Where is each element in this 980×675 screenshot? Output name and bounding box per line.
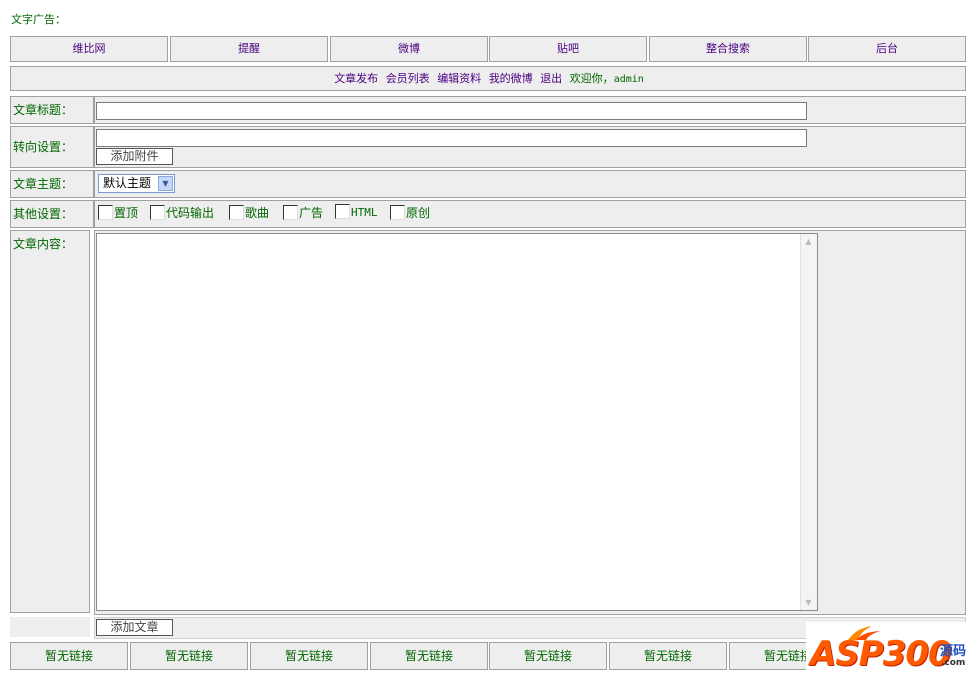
nav-item-weibo[interactable]: 微博: [330, 36, 488, 62]
option-ad-label: 广告: [299, 206, 324, 220]
ad-checkbox[interactable]: [283, 205, 298, 220]
option-html-label: HTML: [351, 206, 378, 219]
link-edit-profile[interactable]: 编辑资料: [437, 72, 481, 85]
link-publish-article[interactable]: 文章发布: [334, 72, 378, 85]
link-logout[interactable]: 退出: [540, 72, 562, 85]
content-textarea[interactable]: ▲ ▼: [96, 233, 818, 611]
option-song-label: 歌曲: [245, 206, 270, 220]
other-settings-row: 置顶 代码输出 歌曲 广告 HTML 原创: [94, 200, 966, 228]
link-my-weibo[interactable]: 我的微博: [489, 72, 533, 85]
original-checkbox[interactable]: [390, 205, 405, 220]
option-pin: 置顶: [98, 204, 138, 222]
option-song: 歌曲: [229, 204, 269, 222]
redirect-label: 转向设置：: [10, 126, 94, 168]
option-ad: 广告: [283, 204, 323, 222]
pin-checkbox[interactable]: [98, 205, 113, 220]
welcome-text: 欢迎你，: [569, 72, 614, 85]
topic-label: 文章主题：: [10, 170, 94, 198]
footer-link[interactable]: 暂无链接: [130, 642, 248, 670]
add-attachment-button[interactable]: 添加附件: [96, 148, 173, 165]
scroll-up-icon[interactable]: ▲: [802, 235, 815, 248]
title-input[interactable]: [96, 102, 807, 120]
asp300-watermark-logo: ASP300 源码 .com: [806, 622, 976, 674]
content-row: ▲ ▼: [94, 230, 966, 615]
html-checkbox[interactable]: [335, 204, 350, 219]
footer-link[interactable]: 暂无链接: [609, 642, 727, 670]
topic-select[interactable]: 默认主题 ▼: [98, 174, 175, 193]
title-label: 文章标题：: [10, 96, 94, 124]
username: admin: [613, 74, 644, 85]
nav-item-weibi[interactable]: 维比网: [10, 36, 168, 62]
nav-item-admin[interactable]: 后台: [808, 36, 966, 62]
topic-select-value: 默认主题: [103, 176, 152, 190]
footer-link[interactable]: 暂无链接: [370, 642, 488, 670]
footer-link[interactable]: 暂无链接: [10, 642, 128, 670]
option-original-label: 原创: [406, 206, 431, 220]
topic-row: 默认主题 ▼: [94, 170, 966, 198]
nav-item-tieba[interactable]: 贴吧: [489, 36, 647, 62]
footer-link[interactable]: 暂无链接: [489, 642, 607, 670]
top-nav: 维比网 提醒 微博 贴吧 整合搜索 后台: [10, 36, 966, 62]
code-output-checkbox[interactable]: [150, 205, 165, 220]
scroll-down-icon[interactable]: ▼: [802, 596, 815, 609]
redirect-row: 添加附件: [94, 126, 966, 168]
watermark-domain: .com: [941, 658, 966, 668]
text-ad-label: 文字广告：: [11, 13, 66, 26]
option-html: HTML: [335, 204, 378, 222]
option-pin-label: 置顶: [114, 206, 139, 220]
option-code-output: 代码输出: [150, 204, 214, 222]
watermark-cn: 源码: [940, 644, 967, 659]
link-member-list[interactable]: 会员列表: [386, 72, 430, 85]
content-scrollbar[interactable]: ▲ ▼: [800, 234, 817, 610]
user-bar: 文章发布 会员列表 编辑资料 我的微博 退出 欢迎你，admin: [10, 66, 966, 91]
nav-item-search[interactable]: 整合搜索: [649, 36, 807, 62]
option-original: 原创: [390, 204, 430, 222]
submit-row-spacer: [10, 617, 90, 637]
add-article-button[interactable]: 添加文章: [96, 619, 173, 636]
other-settings-label: 其他设置：: [10, 200, 94, 228]
redirect-input[interactable]: [96, 129, 807, 147]
nav-item-remind[interactable]: 提醒: [170, 36, 328, 62]
footer-link[interactable]: 暂无链接: [250, 642, 368, 670]
song-checkbox[interactable]: [229, 205, 244, 220]
watermark-brand: ASP300: [810, 634, 952, 674]
content-label: 文章内容：: [10, 230, 90, 613]
chevron-down-icon[interactable]: ▼: [158, 176, 173, 191]
title-row: [94, 96, 966, 124]
option-code-output-label: 代码输出: [166, 206, 215, 220]
